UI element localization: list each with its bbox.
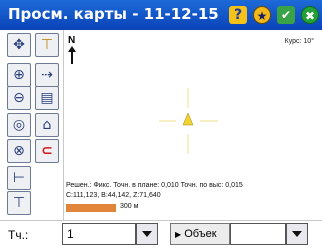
zoom-out-icon: ⊖ [13,90,25,106]
position-marker-icon [182,112,194,126]
route-tool-button[interactable]: ⇢ [35,63,59,87]
pan-icon: ✥ [13,37,25,53]
magnet-tool-button[interactable]: ⊂ [35,139,59,163]
zoom-window-button[interactable]: ⊗ [7,139,31,163]
play-arrow-icon: ▶ [175,230,182,239]
surface-tool-button[interactable]: ⌂ [35,113,59,137]
layers-tool-button[interactable]: ▤ [35,86,59,110]
object-select[interactable] [230,223,286,245]
zoom-extent-icon: ◎ [12,117,26,133]
add-point-icon: ⊢ [12,170,26,186]
scale-bar [66,204,116,212]
title-bar: Просм. карты - 11-12-15 ? ★ ✔ ✖ [0,0,322,30]
zoom-extent-button[interactable]: ◎ [7,113,31,137]
layers-icon: ▤ [40,90,54,106]
point-select[interactable]: 1 [62,223,136,245]
map-toolbar: ✥ ⊤ ⊕ ⇢ ⊖ ▤ ◎ ⌂ ⊗ ⊂ ⊢ ⊤ [7,33,63,223]
surface-icon: ⌂ [42,117,52,133]
point-label: Тч.: [8,228,29,242]
window-title: Просм. карты - 11-12-15 [8,5,219,23]
solution-status-text: Решен.: Фикс. Точн. в плане: 0,010 Точн.… [66,182,243,189]
coordinates-text: С:111,123, В:44,142, Z:71,640 [66,192,161,199]
zoom-out-button[interactable]: ⊖ [7,86,31,110]
add-point-button[interactable]: ⊢ [7,166,31,190]
chevron-down-icon [292,231,302,237]
close-icon[interactable]: ✖ [301,6,319,24]
zoom-in-icon: ⊕ [13,67,25,83]
zoom-in-button[interactable]: ⊕ [7,63,31,87]
map-view[interactable]: N Курс: 10° Решен.: Фикс. Точн. в плане:… [63,30,322,220]
bottom-bar: Тч.: 1 ▶ Объек [0,220,322,248]
pan-tool-button[interactable]: ✥ [7,33,31,57]
tilt-icon: ⊤ [12,195,26,211]
route-icon: ⇢ [41,67,53,83]
object-button-label: Объек [184,228,217,240]
object-dropdown-button[interactable] [286,223,308,245]
help-icon[interactable]: ? [229,6,247,24]
level-tool-button[interactable]: ⊤ [35,33,59,57]
zoom-window-icon: ⊗ [13,143,25,159]
ok-check-icon[interactable]: ✔ [277,6,295,24]
object-button[interactable]: ▶ Объек [170,223,230,245]
scale-label: 300 м [120,203,139,210]
chevron-down-icon [142,231,152,237]
point-dropdown-button[interactable] [136,223,158,245]
magnet-icon: ⊂ [41,143,53,159]
tilt-tool-button[interactable]: ⊤ [7,191,31,215]
level-icon: ⊤ [40,37,54,53]
favorite-star-icon[interactable]: ★ [253,6,271,24]
